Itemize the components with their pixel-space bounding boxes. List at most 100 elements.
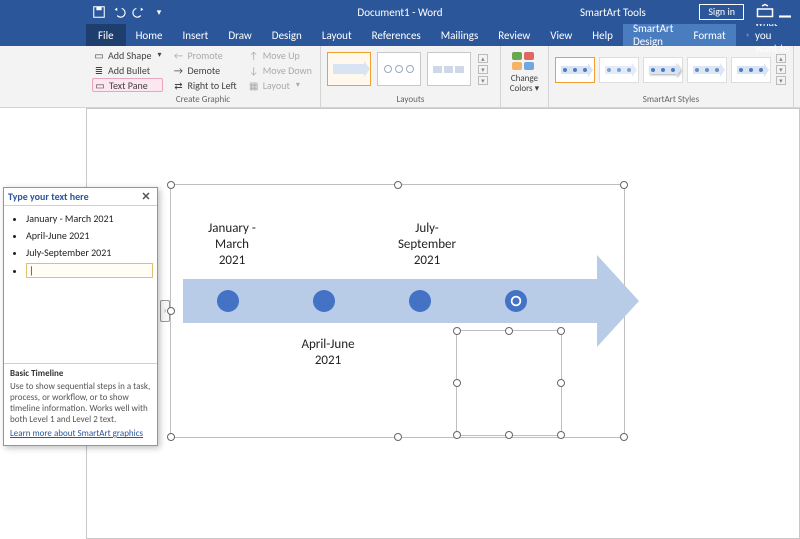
tab-references[interactable]: References bbox=[362, 24, 431, 46]
text-pane-title: Type your text here bbox=[8, 190, 89, 203]
resize-handle[interactable] bbox=[620, 181, 628, 189]
layout-option-2[interactable] bbox=[377, 52, 421, 86]
ribbon-options-icon[interactable] bbox=[756, 3, 774, 21]
timeline-label-3[interactable]: July- September 2021 bbox=[377, 221, 477, 269]
save-icon[interactable] bbox=[92, 5, 106, 19]
style-option-3[interactable] bbox=[643, 57, 683, 83]
tab-view[interactable]: View bbox=[540, 24, 582, 46]
list-item[interactable]: January - March 2021 bbox=[26, 212, 153, 225]
tab-layout[interactable]: Layout bbox=[312, 24, 362, 46]
right-to-left-button[interactable]: ⇄Right to Left bbox=[171, 78, 238, 92]
redo-icon[interactable] bbox=[132, 5, 146, 19]
tab-draw[interactable]: Draw bbox=[218, 24, 261, 46]
layout-option-1[interactable] bbox=[327, 52, 371, 86]
learn-more-link[interactable]: Learn more about SmartArt graphics bbox=[10, 428, 143, 439]
list-item[interactable]: April-June 2021 bbox=[26, 229, 153, 242]
text-pane-toggle[interactable]: ▭Text Pane bbox=[92, 78, 163, 92]
layout-option-3[interactable] bbox=[427, 52, 471, 86]
group-change-colors: ChangeColors ▾ bbox=[501, 46, 549, 107]
change-colors-icon bbox=[510, 50, 538, 72]
resize-handle[interactable] bbox=[557, 431, 565, 439]
tab-format[interactable]: Format bbox=[683, 24, 735, 46]
tab-smartart-design[interactable]: SmartArt Design bbox=[623, 24, 684, 46]
move-up-button[interactable]: ↑Move Up bbox=[247, 48, 314, 62]
style-option-5[interactable] bbox=[731, 57, 771, 83]
tab-help[interactable]: Help bbox=[582, 24, 623, 46]
ribbon-tabs: File Home Insert Draw Design Layout Refe… bbox=[0, 24, 800, 46]
resize-handle[interactable] bbox=[167, 433, 175, 441]
group-layouts: ▴▾▾ Layouts bbox=[321, 46, 501, 107]
close-icon[interactable]: ✕ bbox=[139, 190, 153, 204]
resize-handle[interactable] bbox=[167, 181, 175, 189]
add-bullet-button[interactable]: ≣Add Bullet bbox=[92, 63, 163, 77]
timeline-node-3[interactable] bbox=[409, 290, 431, 312]
layouts-more[interactable]: ▴▾▾ bbox=[477, 54, 489, 85]
group-label-create: Create Graphic bbox=[92, 94, 314, 107]
resize-handle[interactable] bbox=[453, 431, 461, 439]
tab-insert[interactable]: Insert bbox=[173, 24, 219, 46]
resize-handle[interactable] bbox=[453, 379, 461, 387]
add-shape-icon: ▭ bbox=[94, 50, 104, 60]
timeline-arrow[interactable] bbox=[183, 279, 603, 323]
text-pane-foot-desc: Use to show sequential steps in a task, … bbox=[10, 381, 151, 425]
style-option-4[interactable] bbox=[687, 57, 727, 83]
sign-in-button[interactable]: Sign in bbox=[699, 4, 744, 20]
resize-handle[interactable] bbox=[394, 433, 402, 441]
timeline-node-4-selected[interactable] bbox=[505, 290, 527, 312]
minimize-icon[interactable] bbox=[776, 3, 794, 21]
resize-handle[interactable] bbox=[167, 307, 175, 315]
undo-icon[interactable] bbox=[112, 5, 126, 19]
resize-handle[interactable] bbox=[453, 327, 461, 335]
resize-handle[interactable] bbox=[620, 433, 628, 441]
timeline-label-2[interactable]: April-June 2021 bbox=[283, 337, 373, 369]
layout-button[interactable]: ▦Layout▾ bbox=[247, 78, 314, 92]
timeline-node-2[interactable] bbox=[313, 290, 335, 312]
timeline-node-1[interactable] bbox=[217, 290, 239, 312]
tab-file[interactable]: File bbox=[86, 24, 126, 46]
tab-mailings[interactable]: Mailings bbox=[431, 24, 489, 46]
resize-handle[interactable] bbox=[505, 327, 513, 335]
text-pane-foot-title: Basic Timeline bbox=[10, 368, 151, 379]
layout-icon: ▦ bbox=[249, 80, 259, 90]
selected-placeholder[interactable] bbox=[456, 330, 562, 436]
group-label-layouts: Layouts bbox=[327, 94, 494, 107]
rtl-icon: ⇄ bbox=[173, 80, 183, 90]
demote-icon: → bbox=[173, 65, 183, 75]
style-option-1[interactable] bbox=[555, 57, 595, 83]
title-bar: ▾ Document1 - Word SmartArt Tools Sign i… bbox=[0, 0, 800, 24]
resize-handle[interactable] bbox=[505, 431, 513, 439]
resize-handle[interactable] bbox=[557, 379, 565, 387]
add-shape-button[interactable]: ▭Add Shape▾ bbox=[92, 48, 163, 62]
change-colors-button[interactable]: ChangeColors ▾ bbox=[507, 48, 542, 94]
tell-me-search[interactable]: Tell me what you want to do bbox=[736, 24, 800, 46]
timeline-label-1[interactable]: January - March 2021 bbox=[187, 221, 277, 269]
quick-access-toolbar: ▾ bbox=[0, 5, 166, 19]
tab-home[interactable]: Home bbox=[126, 24, 173, 46]
promote-button[interactable]: ←Promote bbox=[171, 48, 238, 62]
demote-button[interactable]: →Demote bbox=[171, 63, 238, 77]
group-create-graphic: ▭Add Shape▾ ≣Add Bullet ▭Text Pane ←Prom… bbox=[86, 46, 321, 107]
qat-customize-icon[interactable]: ▾ bbox=[152, 5, 166, 19]
group-reset: ResetGraphic Reset bbox=[794, 46, 800, 107]
list-item[interactable]: July-September 2021 bbox=[26, 246, 153, 259]
down-icon: ↓ bbox=[249, 65, 259, 75]
group-smartart-styles: ▴▾▾ SmartArt Styles bbox=[549, 46, 794, 107]
resize-handle[interactable] bbox=[557, 327, 565, 335]
contextual-tools-label: SmartArt Tools bbox=[580, 6, 646, 19]
lightbulb-icon bbox=[746, 29, 749, 41]
text-pane[interactable]: Type your text here ✕ January - March 20… bbox=[3, 187, 158, 446]
tab-design[interactable]: Design bbox=[262, 24, 312, 46]
resize-handle[interactable] bbox=[394, 181, 402, 189]
promote-icon: ← bbox=[173, 50, 183, 60]
bullet-icon: ≣ bbox=[94, 65, 104, 75]
ribbon: ▭Add Shape▾ ≣Add Bullet ▭Text Pane ←Prom… bbox=[0, 46, 800, 108]
document-title: Document1 - Word bbox=[357, 6, 442, 19]
text-pane-list[interactable]: January - March 2021 April-June 2021 Jul… bbox=[4, 206, 157, 363]
style-option-2[interactable] bbox=[599, 57, 639, 83]
move-down-button[interactable]: ↓Move Down bbox=[247, 63, 314, 77]
text-pane-footer: Basic Timeline Use to show sequential st… bbox=[4, 363, 157, 445]
list-item-editing[interactable]: | bbox=[26, 263, 153, 278]
tab-review[interactable]: Review bbox=[488, 24, 540, 46]
styles-more[interactable]: ▴▾▾ bbox=[775, 54, 787, 85]
textpane-icon: ▭ bbox=[95, 80, 105, 90]
